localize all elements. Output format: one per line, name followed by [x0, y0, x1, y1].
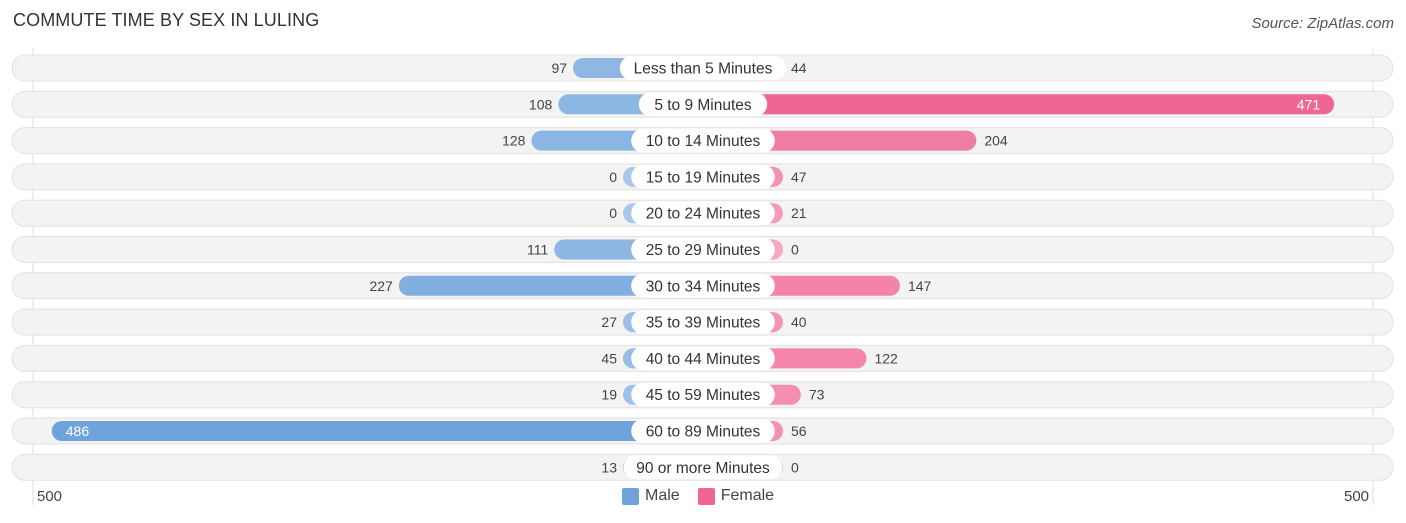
legend-label-male: Male: [645, 487, 680, 504]
bar-female: [703, 94, 1335, 115]
category-label: Less than 5 Minutes: [634, 61, 773, 78]
value-label-female: 21: [791, 205, 807, 221]
value-label-male: 486: [66, 423, 90, 439]
value-label-female: 40: [791, 314, 807, 330]
value-label-female: 204: [984, 133, 1008, 149]
value-label-male: 97: [551, 60, 567, 76]
value-label-male: 128: [502, 133, 526, 149]
value-label-male: 108: [529, 96, 553, 112]
value-label-male: 0: [609, 169, 617, 185]
bar-male: [51, 421, 703, 441]
value-label-male: 111: [527, 242, 548, 258]
value-label-male: 19: [601, 387, 617, 403]
value-label-female: 56: [791, 423, 807, 439]
category-label: 35 to 39 Minutes: [646, 315, 761, 332]
axis-left-max-label: 500: [37, 488, 63, 505]
axis-right-max-label: 500: [1344, 488, 1370, 505]
category-label: 20 to 24 Minutes: [646, 206, 761, 223]
value-label-male: 13: [601, 459, 617, 475]
value-label-female: 0: [791, 459, 799, 475]
category-label: 25 to 29 Minutes: [646, 242, 761, 259]
chart-area: Less than 5 Minutes 97 44 5 to 9 Minutes 108…: [11, 48, 1394, 505]
value-label-female: 471: [1297, 96, 1321, 112]
value-label-female: 44: [791, 60, 807, 76]
legend-swatch-female: [697, 487, 715, 505]
category-label: 60 to 89 Minutes: [646, 424, 761, 441]
value-label-male: 227: [369, 278, 393, 294]
value-label-female: 147: [908, 278, 932, 294]
value-label-female: 47: [791, 169, 807, 185]
value-label-male: 27: [601, 314, 617, 330]
value-label-female: 73: [809, 387, 825, 403]
category-label: 5 to 9 Minutes: [654, 97, 752, 114]
legend-label-female: Female: [720, 487, 775, 504]
legend-item-female[interactable]: Female: [697, 487, 775, 505]
value-label-male: 0: [609, 205, 617, 221]
value-label-female: 122: [874, 350, 898, 366]
category-label: 40 to 44 Minutes: [646, 351, 761, 368]
legend-item-male[interactable]: Male: [622, 487, 680, 505]
category-label: 90 or more Minutes: [636, 460, 770, 477]
legend: Male Female: [622, 487, 792, 505]
value-label-male: 45: [601, 350, 617, 366]
category-label: 10 to 14 Minutes: [646, 133, 761, 150]
legend-swatch-male: [622, 487, 639, 505]
category-label: 45 to 59 Minutes: [646, 387, 761, 404]
category-label: 30 to 34 Minutes: [646, 278, 761, 295]
value-label-female: 0: [791, 242, 799, 258]
category-label: 15 to 19 Minutes: [646, 169, 761, 186]
